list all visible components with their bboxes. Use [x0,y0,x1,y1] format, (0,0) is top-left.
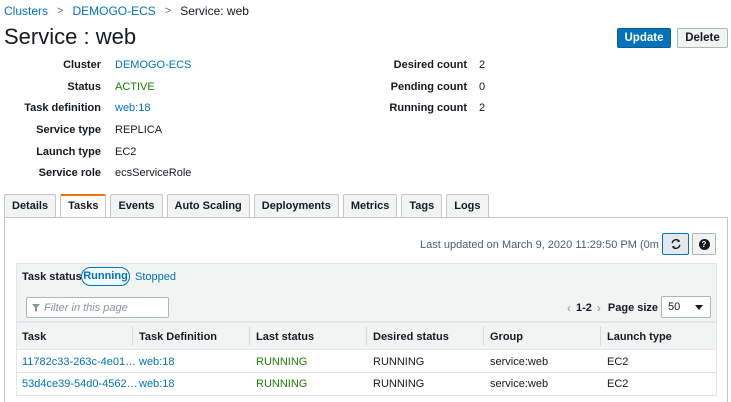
column-divider [132,326,133,346]
stopped-filter-link[interactable]: Stopped [135,271,176,283]
breadcrumb-separator: > [164,5,172,17]
pagination: ‹ 1-2 › Page size [567,301,664,315]
refresh-icon [671,239,680,249]
running-count-label: Running count [389,102,467,114]
task-id-link[interactable]: 11782c33-263c-4e01… [22,356,136,368]
column-divider [249,326,250,346]
page-size-select[interactable]: 50 [661,296,711,318]
group-cell: service:web [490,356,549,368]
refresh-button[interactable] [662,233,689,255]
tab-logs[interactable]: Logs [446,194,489,217]
cluster-label: Cluster [63,59,101,71]
help-icon: ? [698,238,710,250]
page-size-value: 50 [668,301,681,313]
running-count-value: 2 [479,102,486,114]
pending-count-label: Pending count [390,81,467,93]
page-range: 1-2 [576,302,592,314]
filter-input[interactable]: Filter in this page [26,297,169,318]
page-title: Service : web [4,24,137,49]
tab-tasks[interactable]: Tasks [60,194,107,218]
group-cell: service:web [490,378,549,390]
pending-count-value: 0 [479,81,486,93]
column-header-desired-status[interactable]: Desired status [373,331,449,343]
breadcrumb-separator: > [57,5,64,17]
desired-count-label: Desired count [393,59,467,71]
filter-placeholder: Filter in this page [44,301,128,314]
last-updated-text: Last updated on March 9, 2020 11:29:50 P… [420,239,684,251]
tab-metrics[interactable]: Metrics [342,194,398,217]
task-status-label: Task status: [22,271,86,283]
launch-type-value: EC2 [115,146,137,158]
service-role-value: ecsServiceRole [115,167,192,179]
cluster-link[interactable]: DEMOGO-ECS [115,59,191,71]
task-id-link[interactable]: 53d4ce39-54d0-4562… [22,378,138,390]
status-value: ACTIVE [115,81,155,93]
tab-auto-scaling[interactable]: Auto Scaling [166,194,250,217]
column-divider [600,326,601,346]
column-header-group[interactable]: Group [490,331,523,343]
service-type-value: REPLICA [115,124,163,136]
service-role-label: Service role [38,167,101,179]
column-header-last-status[interactable]: Last status [256,331,314,343]
launch-type-cell: EC2 [607,378,629,390]
tab-bar: Details Tasks Events Auto Scaling Deploy… [4,194,493,218]
tab-events[interactable]: Events [110,194,163,217]
desired-count-value: 2 [479,59,486,71]
status-label: Status [67,81,101,93]
task-definition-label: Task definition [24,102,101,114]
tab-deployments[interactable]: Deployments [253,194,339,217]
delete-button[interactable]: Delete [677,28,728,48]
task-definition-link[interactable]: web:18 [139,378,174,390]
breadcrumb-cluster-link[interactable]: DEMOGO-ECS [72,4,155,18]
desired-status-cell: RUNNING [373,356,425,368]
column-divider [483,326,484,346]
column-header-task-definition[interactable]: Task Definition [139,331,217,343]
tab-tags[interactable]: Tags [401,194,443,217]
launch-type-label: Launch type [36,146,101,158]
filter-icon [32,303,40,312]
help-button[interactable]: ? [692,233,716,255]
chevron-down-icon [695,305,703,310]
update-button[interactable]: Update [617,28,671,48]
last-status-cell: RUNNING [256,356,308,368]
column-header-launch-type[interactable]: Launch type [607,331,672,343]
desired-status-cell: RUNNING [373,378,425,390]
breadcrumb-clusters-link[interactable]: Clusters [4,4,48,18]
breadcrumb-current: Service: web [180,4,249,18]
last-status-cell: RUNNING [256,378,308,390]
next-page-icon[interactable]: › [597,301,601,315]
launch-type-cell: EC2 [607,356,629,368]
prev-page-icon[interactable]: ‹ [567,301,571,315]
column-divider [366,326,367,346]
tab-details[interactable]: Details [4,194,57,217]
task-definition-link[interactable]: web:18 [115,102,150,114]
service-type-label: Service type [36,124,101,136]
page-size-label: Page size [607,302,659,314]
breadcrumb: Clusters > DEMOGO-ECS > Service: web [4,3,249,19]
column-header-task[interactable]: Task [22,331,46,343]
task-definition-link[interactable]: web:18 [139,356,174,368]
running-filter-button[interactable]: Running [81,267,130,286]
